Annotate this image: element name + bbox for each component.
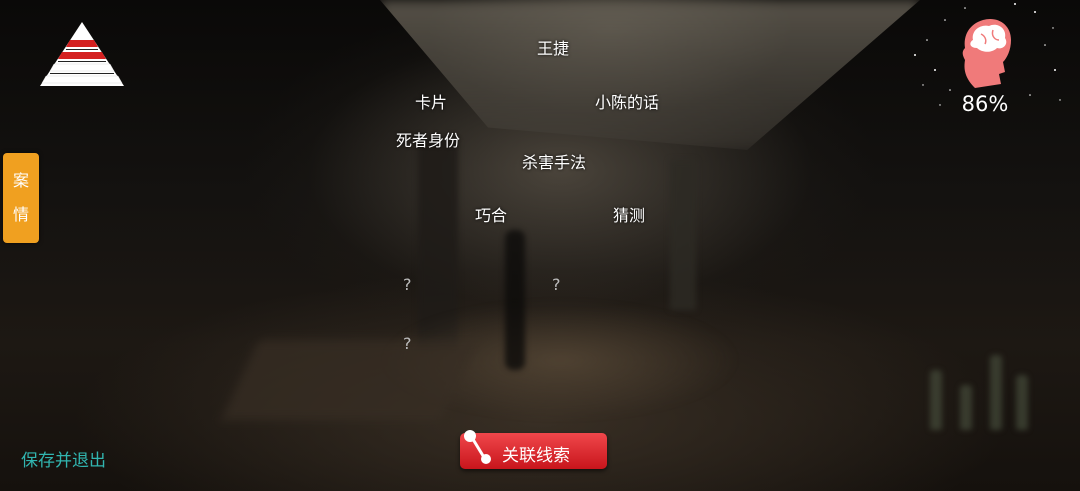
clue-coincidence[interactable]: 巧合 — [475, 202, 507, 226]
clue-wang-jie[interactable]: 王捷 — [537, 35, 569, 59]
bottles — [920, 340, 1040, 430]
clue-kill-method[interactable]: 杀害手法 — [522, 149, 586, 173]
clue-xiaochen-words[interactable]: 小陈的话 — [595, 89, 659, 113]
case-tab-char-2: 情 — [12, 205, 29, 224]
link-node-icon — [464, 430, 491, 464]
table-shadow — [221, 340, 479, 420]
unknown-clue[interactable]: ? — [403, 334, 412, 353]
level-pyramid-icon[interactable] — [38, 20, 126, 88]
save-exit-button[interactable]: 保存并退出 — [21, 446, 106, 471]
hanging-figure — [505, 230, 525, 370]
link-clues-button[interactable]: 关联线索 — [460, 430, 607, 469]
unknown-clue[interactable]: ? — [552, 275, 561, 294]
unknown-clue[interactable]: ? — [403, 275, 412, 294]
case-tab-char-1: 案 — [12, 171, 29, 190]
link-clues-label: 关联线索 — [502, 446, 570, 466]
clue-card[interactable]: 卡片 — [415, 89, 447, 113]
sanity-percent: 86% — [961, 92, 1009, 116]
case-info-tab[interactable]: 案 情 — [3, 153, 39, 243]
pillar-right — [670, 160, 696, 310]
clue-guess[interactable]: 猜测 — [613, 202, 645, 226]
clue-victim-identity[interactable]: 死者身份 — [396, 127, 460, 151]
